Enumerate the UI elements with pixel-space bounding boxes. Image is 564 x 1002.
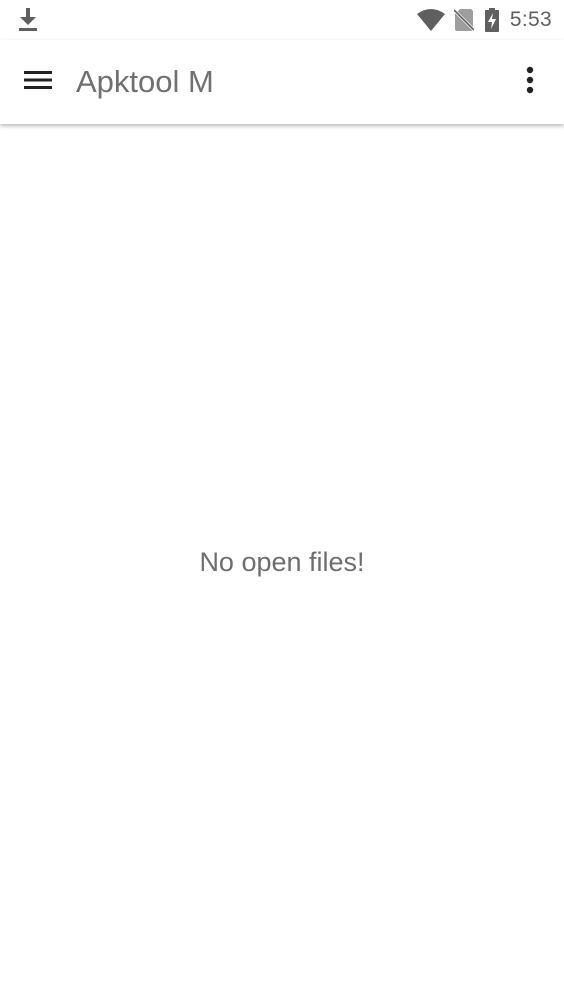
app-title: Apktool M: [76, 64, 214, 99]
overflow-menu-button[interactable]: [506, 58, 554, 106]
more-vert-icon: [526, 66, 534, 99]
app-toolbar: Apktool M: [0, 40, 564, 124]
status-time: 5:53: [509, 8, 552, 31]
status-bar: 5:53: [0, 0, 564, 40]
main-content: No open files!: [0, 124, 564, 1002]
navigation-menu-button[interactable]: [14, 58, 62, 106]
wifi-icon: [416, 8, 446, 32]
no-sim-icon: [452, 8, 475, 32]
download-icon: [16, 6, 40, 32]
app-screen: 5:53 Apktool M No open files!: [0, 0, 564, 1002]
status-icons: 5:53: [416, 6, 552, 34]
hamburger-menu-icon: [23, 68, 53, 97]
empty-state-message: No open files!: [199, 547, 365, 577]
battery-charging-icon: [484, 8, 500, 32]
